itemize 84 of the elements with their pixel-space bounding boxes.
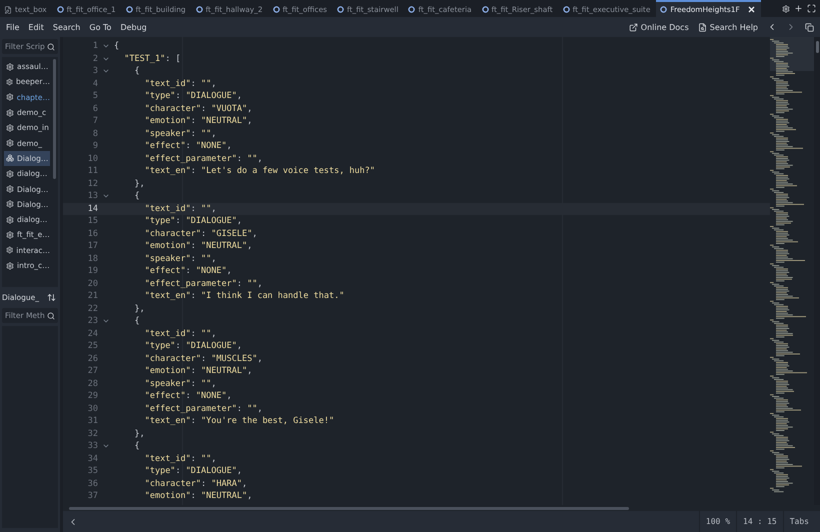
code-line: "speaker": "", [144,128,216,139]
line-number: 29 [86,391,98,402]
code-line: "type": "DIALOGUE", [144,216,242,226]
line-number: 22 [86,304,98,314]
code-line: "speaker": "", [144,378,216,389]
code-line: "text_id": "", [144,328,216,339]
indent-mode[interactable]: Tabs [782,511,815,532]
code-line: "character": "GISELE", [144,228,258,239]
line-number: 23 [86,316,98,326]
code-line: "text_id": "", [144,204,216,214]
code-line: "effect": "NONE", [144,266,232,276]
line-number: 14 [86,204,98,214]
code-line: "character": "HARA", [144,478,248,489]
code-line: "character": "MUSCLES", [144,354,262,364]
code-line: }, [133,428,145,439]
line-number: 34 [86,454,98,464]
menu-item[interactable]: Debug [120,22,147,32]
code-line: "emotion": "NEUTRAL", [144,366,252,376]
code-line: "text_en": "Let's do a few voice tests, huh?" [144,166,376,176]
line-number: 11 [86,166,98,176]
code-line: "text_id": "", [144,78,216,89]
line-number: 1 [92,41,98,52]
line-number: 26 [86,354,98,364]
code-line: "text_en": "You're the best, Gisele!" [144,416,334,426]
line-number: 21 [86,291,98,302]
line-number: 18 [86,254,98,264]
code-line: "text_en": "I think I can handle that." [144,291,344,302]
code-line: "speaker": "", [144,254,216,264]
line-number: 2 [92,54,98,64]
code-line: "text_id": "", [144,454,216,464]
line-number: 7 [92,116,98,126]
code-line: { [133,316,140,326]
code-line: "type": "DIALOGUE", [144,341,242,352]
line-number: 27 [86,366,98,376]
code-line: { [133,441,140,452]
line-number: 36 [86,478,98,489]
line-number: 4 [92,78,98,89]
line-number: 20 [86,278,98,289]
code-line: "type": "DIALOGUE", [144,466,242,476]
menu-item[interactable]: Edit [28,22,44,32]
line-number: 5 [92,91,98,102]
line-number: 25 [86,341,98,352]
cursor-position: 14 : 15 [736,511,783,532]
line-number: 33 [86,441,98,452]
help-link[interactable]: Search Help [698,22,758,32]
code-line: "type": "DIALOGUE", [144,91,242,102]
code-line: "effect_parameter": "", [144,404,262,414]
line-number: 17 [86,241,98,252]
code-line: "effect_parameter": "", [144,154,262,164]
line-number: 31 [86,416,98,426]
line-number: 3 [92,66,98,76]
code-line: { [114,41,120,52]
code-line: { [133,191,140,202]
line-number: 8 [92,128,98,139]
line-number: 28 [86,378,98,389]
code-line: "emotion": "NEUTRAL", [144,491,252,502]
help-link[interactable]: Online Docs [628,22,689,32]
line-number: 6 [92,104,98,114]
menu-item[interactable]: File [6,22,20,32]
line-number: 24 [86,328,98,339]
line-number: 19 [86,266,98,276]
zoom-level[interactable]: 100 % [698,511,736,532]
code-line: "TEST_1": [ [123,54,181,64]
code-line: "effect_parameter": "", [144,278,262,289]
menu-item[interactable]: Search [52,22,80,32]
menu-item[interactable]: Go To [89,22,112,32]
line-number: 16 [86,228,98,239]
line-number: 37 [86,491,98,502]
code-line: "emotion": "NEUTRAL", [144,116,252,126]
code-line: "character": "VUOTA", [144,104,252,114]
code-line: }, [133,178,145,189]
line-number: 9 [92,141,98,152]
line-number: 12 [86,178,98,189]
code-line: "effect": "NONE", [144,141,232,152]
line-number: 35 [86,466,98,476]
code-line: }, [133,304,145,314]
code-line: "effect": "NONE", [144,391,232,402]
line-number: 10 [86,154,98,164]
line-number: 32 [86,428,98,439]
line-number: 13 [86,191,98,202]
line-number: 15 [86,216,98,226]
code-line: "emotion": "NEUTRAL", [144,241,252,252]
code-line: { [133,66,140,76]
line-number: 30 [86,404,98,414]
